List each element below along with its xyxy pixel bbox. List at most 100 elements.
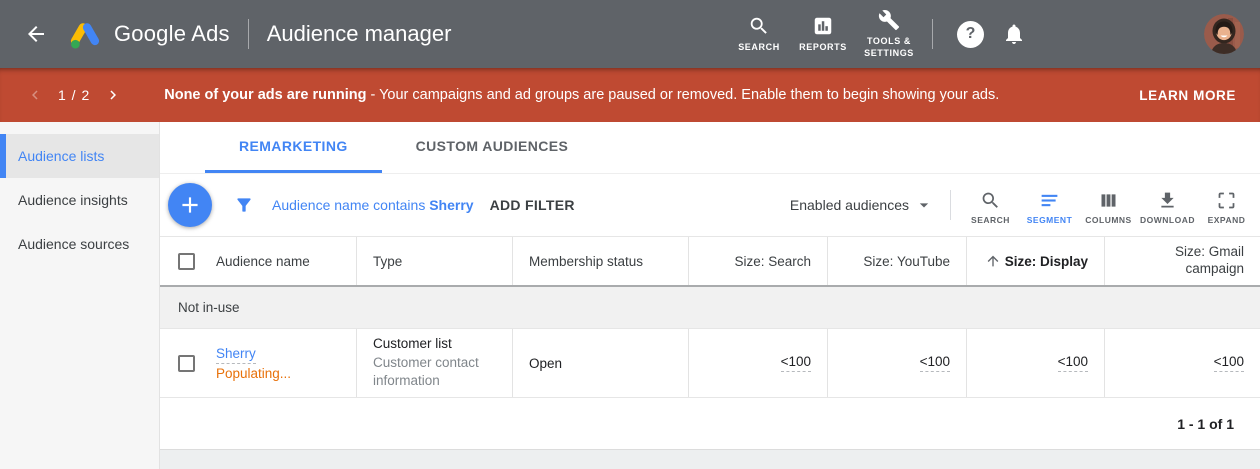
- search-icon: [980, 190, 1001, 211]
- type-cell: Customer list Customer contact informati…: [356, 329, 512, 397]
- populating-status: Populating...: [216, 366, 291, 381]
- column-header-membership-status[interactable]: Membership status: [512, 237, 688, 285]
- audience-name-link[interactable]: Sherry: [216, 346, 291, 361]
- tools-settings-nav-button[interactable]: TOOLS & SETTINGS: [860, 9, 918, 59]
- column-header-size-display[interactable]: Size: Display: [966, 237, 1104, 285]
- segment-icon: [1039, 190, 1060, 211]
- membership-status-cell: Open: [512, 329, 688, 397]
- sidebar: Audience lists Audience insights Audienc…: [0, 122, 160, 469]
- sidebar-item-audience-lists[interactable]: Audience lists: [0, 134, 159, 178]
- banner-message: None of your ads are running - Your camp…: [164, 87, 999, 103]
- plus-icon: [177, 192, 203, 218]
- applied-filter-value: Sherry: [429, 197, 473, 213]
- page-body: Audience lists Audience insights Audienc…: [0, 122, 1260, 469]
- page-title: Audience manager: [267, 21, 452, 47]
- banner-pager: 1 / 2: [26, 86, 122, 104]
- table-tools: SEARCH SEGMENT: [961, 186, 1256, 225]
- search-icon: [748, 15, 770, 37]
- pager-next-icon[interactable]: [104, 86, 122, 104]
- pager-prev-icon[interactable]: [26, 86, 44, 104]
- view-select-value: Enabled audiences: [790, 197, 909, 213]
- add-audience-button[interactable]: [168, 183, 212, 227]
- tool-label: DOWNLOAD: [1140, 215, 1195, 225]
- pager-count: 1 / 2: [58, 87, 90, 103]
- table-header-row: Audience name Type Membership status Siz…: [160, 237, 1260, 287]
- google-ads-logo-icon: [68, 19, 102, 49]
- table-download-button[interactable]: DOWNLOAD: [1138, 186, 1197, 225]
- column-header-size-youtube[interactable]: Size: YouTube: [827, 237, 966, 285]
- audience-view-select[interactable]: Enabled audiences: [790, 195, 934, 215]
- tab-custom-audiences[interactable]: CUSTOM AUDIENCES: [382, 122, 603, 173]
- select-all-checkbox[interactable]: [178, 253, 195, 270]
- select-all-cell: [160, 237, 216, 285]
- applied-filter-text: Audience name contains: [272, 197, 429, 213]
- tab-label: REMARKETING: [239, 138, 348, 154]
- applied-filter-chip[interactable]: Audience name contains Sherry: [272, 197, 474, 213]
- learn-more-link[interactable]: LEARN MORE: [1139, 88, 1236, 103]
- row-checkbox[interactable]: [178, 355, 195, 372]
- sort-ascending-icon: [985, 253, 1001, 269]
- help-icon: ?: [966, 25, 976, 43]
- reports-nav-label: REPORTS: [799, 42, 847, 53]
- size-search-cell: <100: [688, 329, 827, 397]
- table-segment-button[interactable]: SEGMENT: [1020, 186, 1079, 225]
- sidebar-item-audience-sources[interactable]: Audience sources: [0, 222, 159, 266]
- column-header-size-search[interactable]: Size: Search: [688, 237, 827, 285]
- chevron-down-icon: [914, 195, 934, 215]
- search-nav-button[interactable]: SEARCH: [732, 15, 786, 53]
- main-content: REMARKETING CUSTOM AUDIENCES Audience na…: [160, 122, 1260, 469]
- toolbar-divider: [950, 190, 951, 220]
- top-app-bar: Google Ads Audience manager SEARCH: [0, 0, 1260, 68]
- banner-message-bold: None of your ads are running: [164, 87, 366, 103]
- size-gmail-cell: <100: [1104, 329, 1260, 397]
- column-header-label: Size: Display: [1005, 254, 1088, 269]
- back-button[interactable]: [18, 16, 54, 52]
- user-avatar[interactable]: [1204, 14, 1244, 54]
- table-columns-button[interactable]: COLUMNS: [1079, 186, 1138, 225]
- brand-name: Google Ads: [114, 21, 230, 47]
- page-background: [160, 450, 1260, 469]
- size-display-cell: <100: [966, 329, 1104, 397]
- sidebar-item-audience-insights[interactable]: Audience insights: [0, 178, 159, 222]
- table-footer: 1 - 1 of 1: [160, 398, 1260, 450]
- filter-funnel-icon: [234, 195, 254, 215]
- filter-toolbar: Audience name contains Sherry ADD FILTER…: [160, 174, 1260, 237]
- add-filter-button[interactable]: ADD FILTER: [490, 197, 575, 213]
- pagination-label: 1 - 1 of 1: [1177, 416, 1234, 432]
- bell-icon: [1002, 22, 1026, 46]
- sidebar-item-label: Audience sources: [18, 236, 129, 252]
- notifications-button[interactable]: [1002, 22, 1026, 46]
- table-expand-button[interactable]: EXPAND: [1197, 186, 1256, 225]
- tool-label: SEGMENT: [1027, 215, 1073, 225]
- tab-remarketing[interactable]: REMARKETING: [205, 122, 382, 173]
- sidebar-item-label: Audience insights: [18, 192, 128, 208]
- sidebar-item-label: Audience lists: [18, 148, 104, 164]
- header-divider: [248, 19, 249, 49]
- row-select-cell: [160, 329, 216, 397]
- column-header-type[interactable]: Type: [356, 237, 512, 285]
- size-youtube-cell: <100: [827, 329, 966, 397]
- columns-icon: [1098, 190, 1119, 211]
- column-header-size-gmail[interactable]: Size: Gmail campaign: [1104, 237, 1260, 285]
- tool-label: EXPAND: [1208, 215, 1246, 225]
- column-header-audience-name[interactable]: Audience name: [216, 237, 356, 285]
- tab-bar: REMARKETING CUSTOM AUDIENCES: [160, 122, 1260, 174]
- table-search-button[interactable]: SEARCH: [961, 186, 1020, 225]
- banner-message-rest: - Your campaigns and ad groups are pause…: [366, 87, 999, 103]
- reports-icon: [812, 15, 834, 37]
- tab-label: CUSTOM AUDIENCES: [416, 138, 569, 154]
- header-divider: [932, 19, 933, 49]
- wrench-icon: [878, 9, 900, 31]
- table-row: Sherry Populating... Customer list Custo…: [160, 329, 1260, 398]
- arrow-back-icon: [24, 22, 48, 46]
- audience-name-cell: Sherry Populating...: [216, 329, 356, 397]
- group-header-row: Not in-use: [160, 287, 1260, 329]
- header-actions: SEARCH REPORTS TOOLS & SETTINGS: [727, 9, 1244, 59]
- google-ads-app: Google Ads Audience manager SEARCH: [0, 0, 1260, 469]
- tool-label: SEARCH: [971, 215, 1010, 225]
- expand-icon: [1216, 190, 1237, 211]
- help-button[interactable]: ?: [957, 21, 984, 48]
- notice-banner: 1 / 2 None of your ads are running - You…: [0, 68, 1260, 122]
- reports-nav-button[interactable]: REPORTS: [796, 15, 850, 53]
- tool-label: COLUMNS: [1085, 215, 1131, 225]
